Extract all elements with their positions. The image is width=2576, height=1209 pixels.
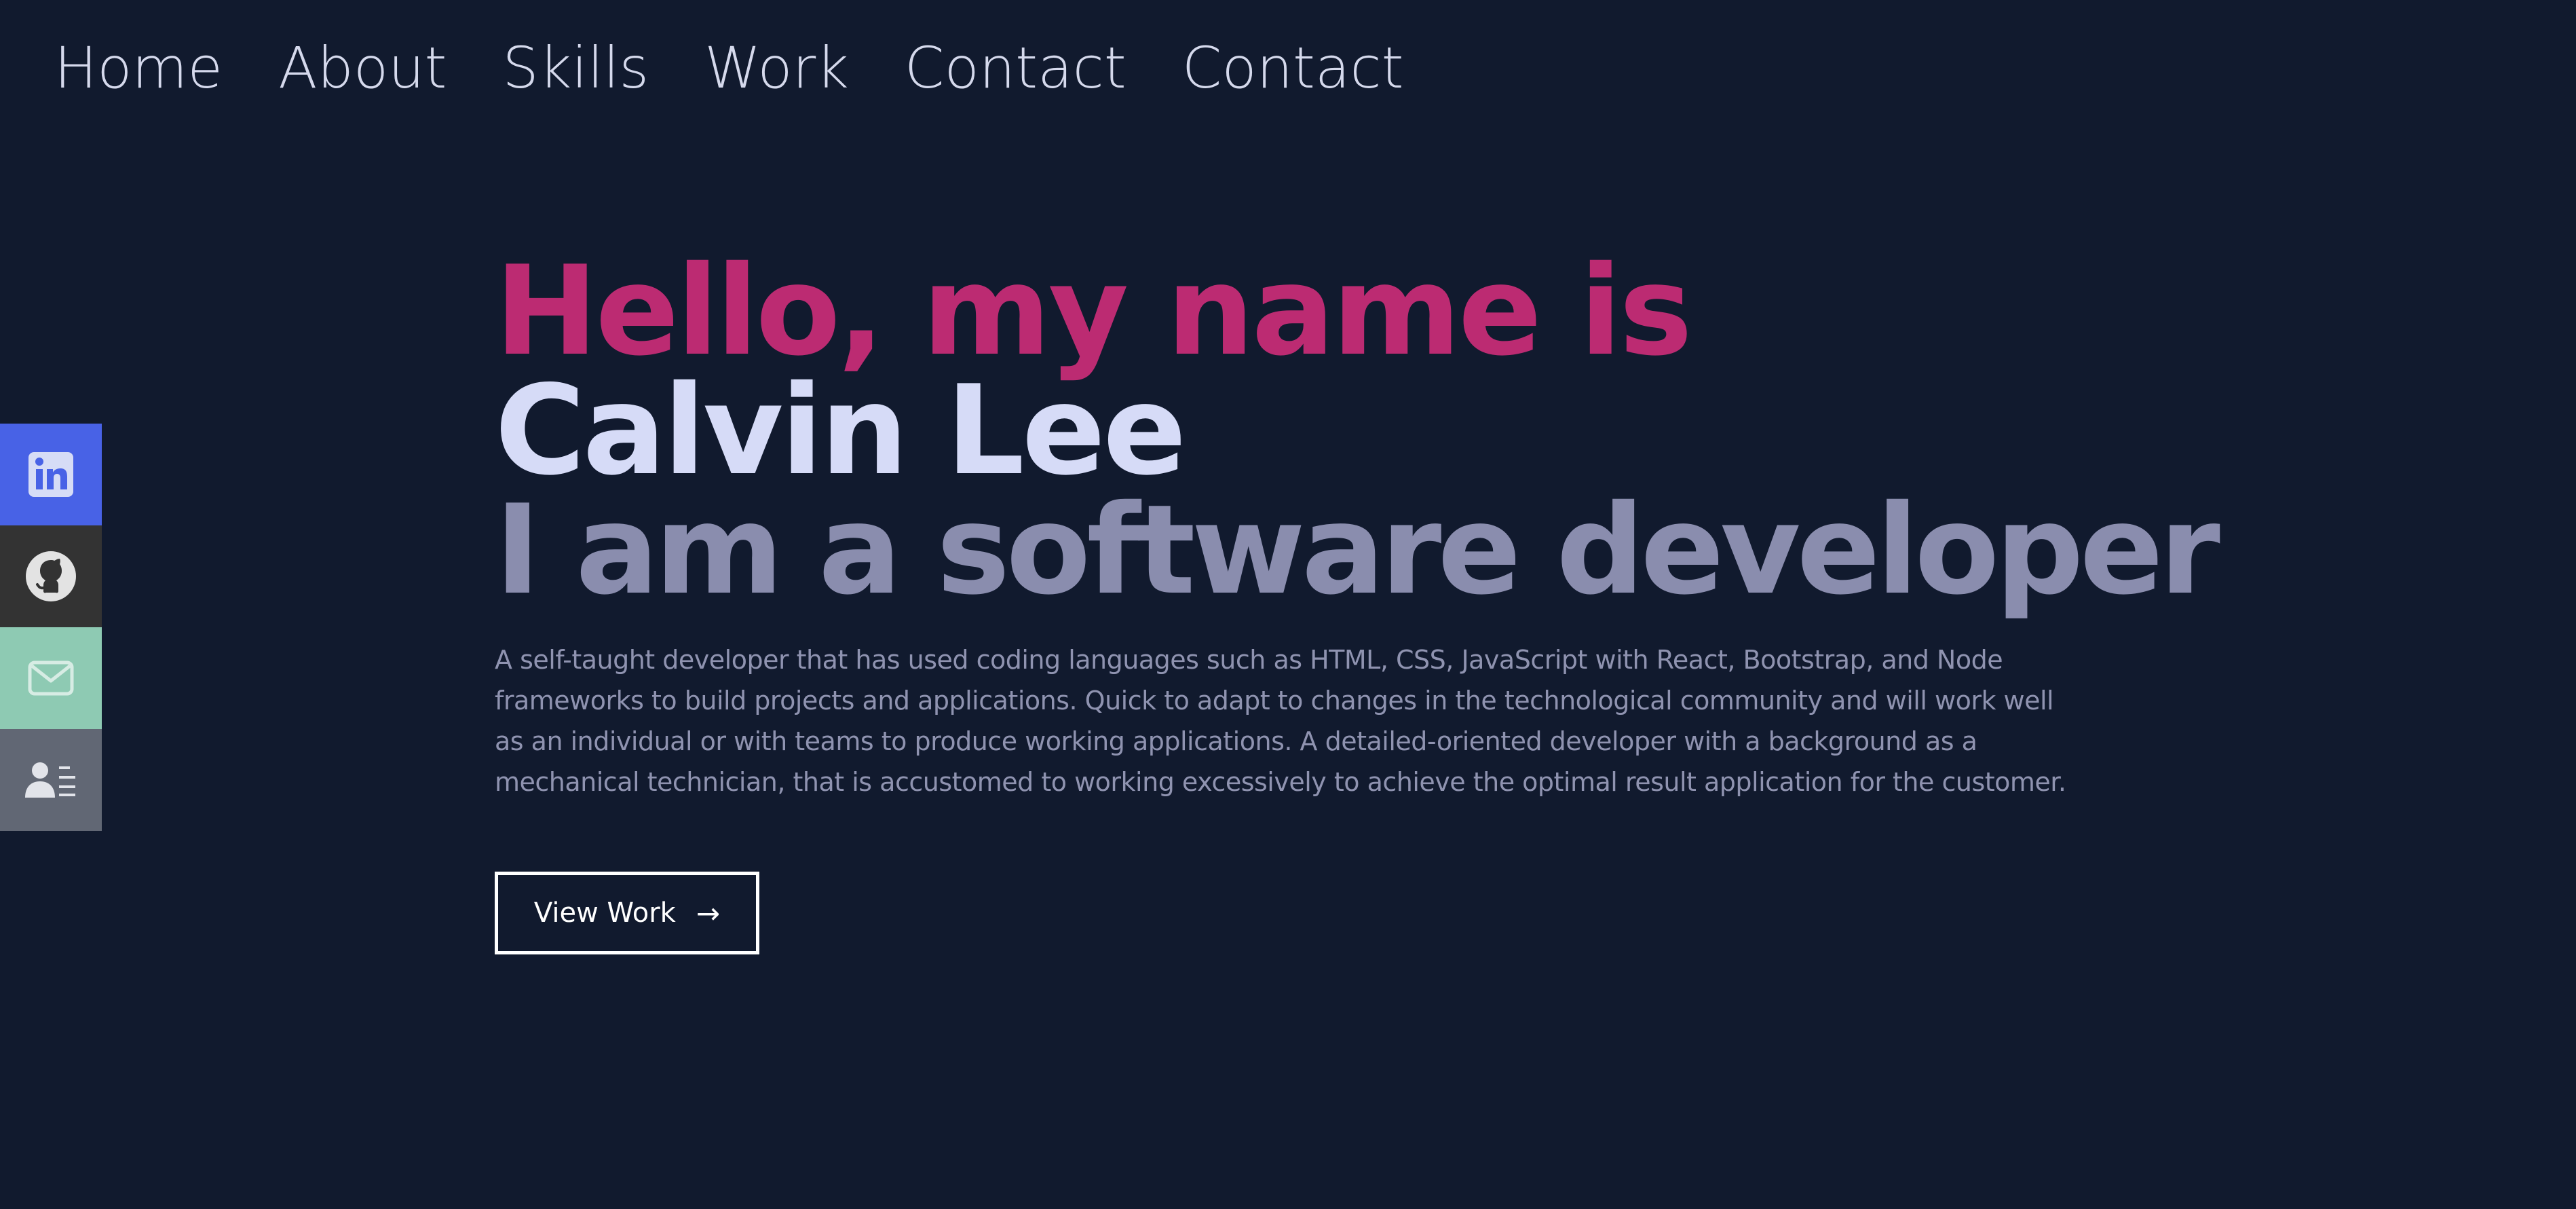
social-sidebar (0, 424, 102, 831)
nav-home[interactable]: Home (54, 35, 223, 101)
top-navigation: Home About Skills Work Contact Contact (54, 27, 1460, 109)
nav-contact-2[interactable]: Contact (1182, 35, 1404, 101)
linkedin-link[interactable] (0, 424, 102, 525)
hero-greeting: Hello, my name is (495, 239, 1692, 383)
hero-role: I am a software developer (495, 478, 2220, 622)
resume-link[interactable] (0, 729, 102, 831)
github-icon (25, 551, 77, 602)
github-link[interactable] (0, 525, 102, 627)
hero-name: Calvin Lee (495, 358, 1187, 502)
hero-section: Hello, my name is Calvin Lee I am a soft… (495, 239, 2220, 954)
contact-card-icon (24, 760, 78, 800)
hero-description: A self-taught developer that has used co… (495, 645, 2066, 797)
nav-work[interactable]: Work (704, 35, 849, 101)
email-link[interactable] (0, 627, 102, 729)
nav-contact[interactable]: Contact (905, 35, 1126, 101)
linkedin-icon (29, 452, 73, 497)
mail-icon (28, 661, 74, 696)
page: Home About Skills Work Contact Contact H… (0, 0, 2576, 1209)
nav-about[interactable]: About (278, 35, 447, 101)
nav-skills[interactable]: Skills (502, 35, 649, 101)
view-work-button[interactable]: View Work → (495, 872, 759, 954)
view-work-label: View Work (533, 897, 676, 929)
arrow-right-icon: → (696, 896, 721, 930)
